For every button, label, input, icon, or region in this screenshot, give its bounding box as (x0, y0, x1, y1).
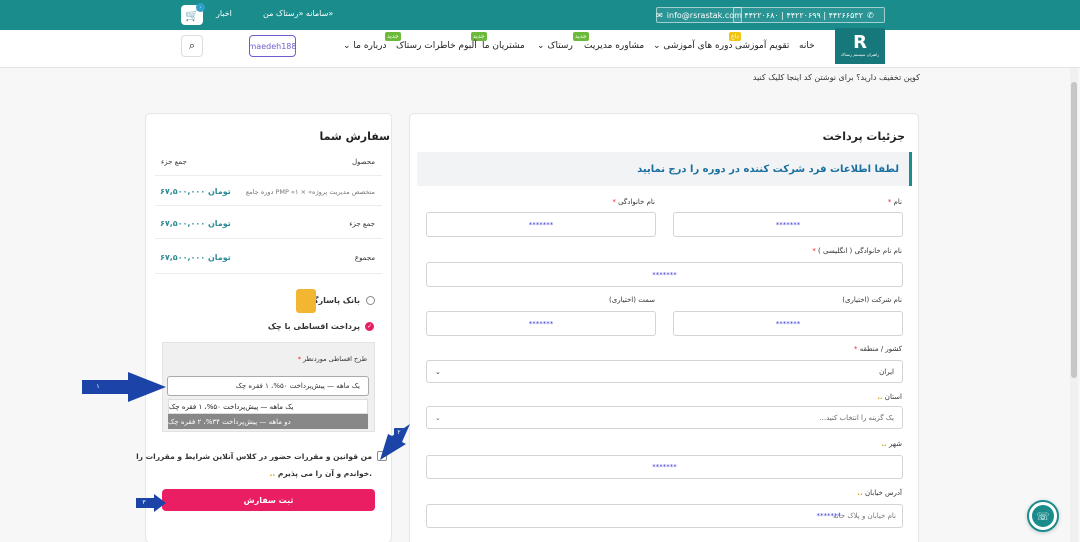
nav-home[interactable]: خانه (799, 41, 815, 51)
order-item-name: دوره جامع PMP «متخصص مدیریت پروژه» × ۱ (245, 188, 375, 196)
order-title: سفارش شما (319, 130, 390, 143)
nav-customers[interactable]: مشتریان ما (482, 41, 525, 51)
phone-pill[interactable]: ۴۴۲۲۰۶۸۰ | ۴۴۲۲۰۶۹۹ | ۴۴۲۶۶۵۳۲ ✆ (733, 7, 885, 23)
site-logo[interactable]: R راهبران سیستم رستاک (835, 28, 885, 64)
annotation-arrow-2 (380, 424, 410, 460)
terms-text-line1: من قوانین و مقررات حضور در کلاس آنلاین ش… (136, 452, 372, 461)
hot-tag: داغ (729, 32, 741, 41)
plan-label: * طرح اقساطی موردنظر (297, 355, 367, 363)
new-tag-album: جدید (385, 32, 401, 41)
terms-text-line2: .. خواندم و آن را می پذیرم. (269, 469, 372, 478)
english-name-input[interactable]: ******* (426, 262, 903, 287)
position-input[interactable]: ******* (426, 311, 656, 336)
billing-title: جزئیات پرداخت (822, 130, 905, 143)
installment-radio[interactable]: ✓ (365, 322, 374, 331)
email-text: info@rsrastak.com (666, 10, 742, 20)
street-label: .. آدرس خیابان (857, 489, 902, 497)
total-value: ۶۷,۵۰۰,۰۰۰ تومان (160, 253, 231, 262)
bank-logo-icon (296, 289, 316, 313)
participant-notice: لطفا اطلاعات فرد شرکت کننده در دوره را د… (417, 152, 912, 186)
headset-icon: ☏ (1032, 505, 1054, 527)
coupon-link[interactable]: کوپن تخفیف دارید؟ برای نوشتن کد اینجا کل… (753, 73, 920, 82)
new-tag-customers: جدید (471, 32, 487, 41)
country-label: * کشور / منطقه (853, 345, 902, 353)
nav-about[interactable]: ⌄ درباره ما (343, 41, 387, 51)
divider (155, 205, 382, 206)
col-total: جمع جزء (161, 158, 187, 166)
user-account-button[interactable]: maedeh188 (249, 35, 296, 57)
bank-radio[interactable] (366, 296, 375, 305)
mail-icon: ✉ (656, 10, 663, 20)
divider (155, 175, 382, 176)
nav-courses[interactable]: ⌄ دوره های آموزشی (653, 41, 732, 51)
col-product: محصول (351, 158, 375, 166)
chevron-down-icon: ⌄ (435, 367, 441, 376)
top-bar (0, 0, 1080, 30)
nav-calendar[interactable]: تقویم آموزشی (735, 41, 789, 51)
nav-album[interactable]: آلبوم خاطرات رستاک (396, 41, 477, 51)
logo-mark: R (853, 32, 867, 53)
company-input[interactable]: ******* (673, 311, 903, 336)
province-label: .. استان (877, 393, 902, 401)
annotation-badge-3: ۳ (137, 498, 151, 507)
subtotal-label: جمع جزء (349, 220, 375, 228)
city-input[interactable]: ******* (426, 455, 903, 479)
total-label: مجموع (354, 254, 375, 262)
subtotal-value: ۶۷,۵۰۰,۰۰۰ تومان (160, 219, 231, 228)
english-name-label: * نام نام خانوادگی ( انگلیسی ) (812, 247, 902, 255)
cart-count-badge: ۰ (196, 3, 205, 12)
search-button[interactable]: ⌕ (181, 35, 203, 57)
email-pill[interactable]: ✉ info@rsrastak.com (656, 7, 742, 23)
logo-subtitle: راهبران سیستم رستاک (840, 52, 880, 57)
chevron-down-icon: ⌄ (653, 41, 661, 51)
my-rastak-link[interactable]: سامانه «رستاک من» (263, 9, 333, 18)
company-label: نام شرکت (اختیاری) (842, 296, 902, 304)
nav-consulting[interactable]: مشاوره مدیریت (584, 41, 644, 51)
installment-label: پرداخت اقساطی با چک (267, 322, 360, 331)
position-label: سمت (اختیاری) (609, 296, 655, 304)
divider (155, 238, 382, 239)
plan-select[interactable]: یک ماهه — پیش‌پرداخت ۵۰%، ۱ فقره چک (167, 376, 369, 396)
plan-option[interactable]: یک ماهه — پیش‌پرداخت ۵۰%، ۱ فقره چک (168, 399, 368, 414)
news-link[interactable]: اخبار (216, 9, 232, 18)
annotation-badge-1: ۱ (87, 381, 109, 392)
first-name-input[interactable]: ******* (673, 212, 903, 237)
chevron-down-icon: ⌄ (537, 41, 545, 51)
province-select[interactable]: یک گزینه را انتخاب کنید... ⌄ (426, 406, 903, 429)
submit-order-button[interactable]: ثبت سفارش (162, 489, 375, 511)
first-name-label: * نام (887, 198, 902, 206)
search-icon: ⌕ (188, 39, 196, 52)
last-name-label: * نام خانوادگی (612, 198, 655, 206)
country-select[interactable]: ایران ⌄ (426, 360, 903, 383)
chevron-down-icon: ⌄ (435, 413, 441, 422)
chevron-down-icon: ⌄ (343, 41, 351, 51)
annotation-badge-2: ۲ (394, 428, 404, 437)
city-label: .. شهر (881, 440, 902, 448)
scrollbar-thumb[interactable] (1071, 82, 1077, 378)
phone-icon: ✆ (866, 10, 874, 20)
divider (155, 273, 382, 274)
new-tag-consulting: جدید (573, 32, 589, 41)
nav-rastak[interactable]: ⌄ رستاک (537, 41, 573, 51)
phone-numbers: ۴۴۲۲۰۶۸۰ | ۴۴۲۲۰۶۹۹ | ۴۴۲۶۶۵۳۲ (744, 10, 863, 20)
last-name-input[interactable]: ******* (426, 212, 656, 237)
street-input[interactable]: ******* نام خیابان و پلاک خانه (426, 504, 903, 528)
order-item-price: ۶۷,۵۰۰,۰۰۰ تومان (160, 187, 231, 196)
plan-option-highlighted[interactable]: دو ماهه — پیش‌پرداخت ۳۴%، ۲ فقره چک (168, 414, 368, 429)
street-placeholder: نام خیابان و پلاک خانه (832, 512, 896, 520)
check-icon: ✓ (366, 323, 373, 330)
support-chat-button[interactable]: ☏ (1027, 500, 1059, 532)
